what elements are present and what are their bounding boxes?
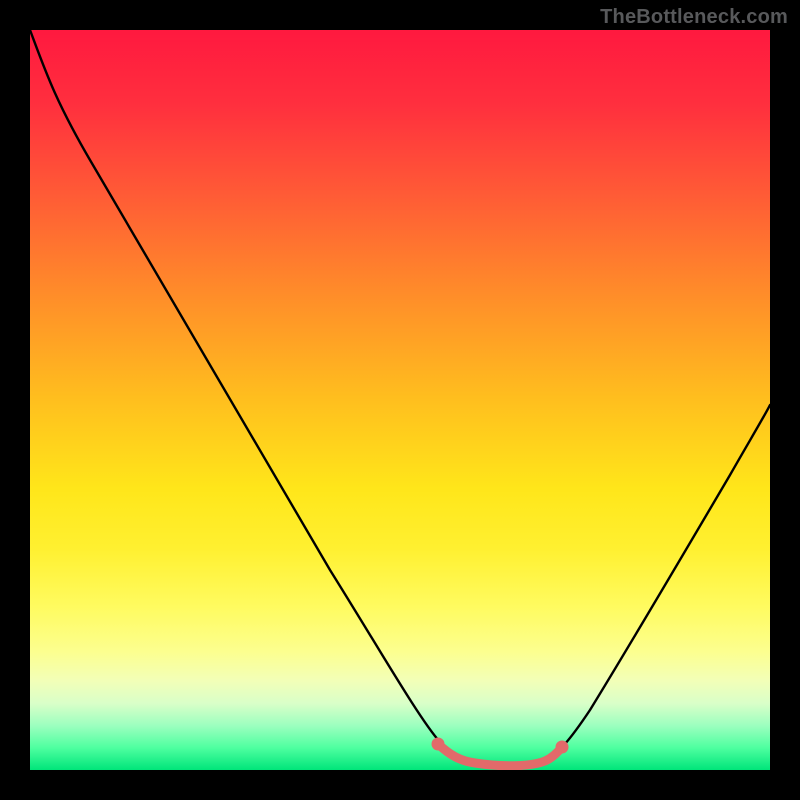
highlight-segment — [438, 744, 562, 766]
watermark-text: TheBottleneck.com — [600, 6, 788, 29]
highlight-marker-right — [556, 741, 569, 754]
highlight-marker-left — [432, 738, 445, 751]
curve-layer — [30, 30, 770, 770]
chart-frame: TheBottleneck.com — [0, 0, 800, 800]
plot-area — [30, 30, 770, 770]
bottleneck-curve — [30, 30, 770, 765]
